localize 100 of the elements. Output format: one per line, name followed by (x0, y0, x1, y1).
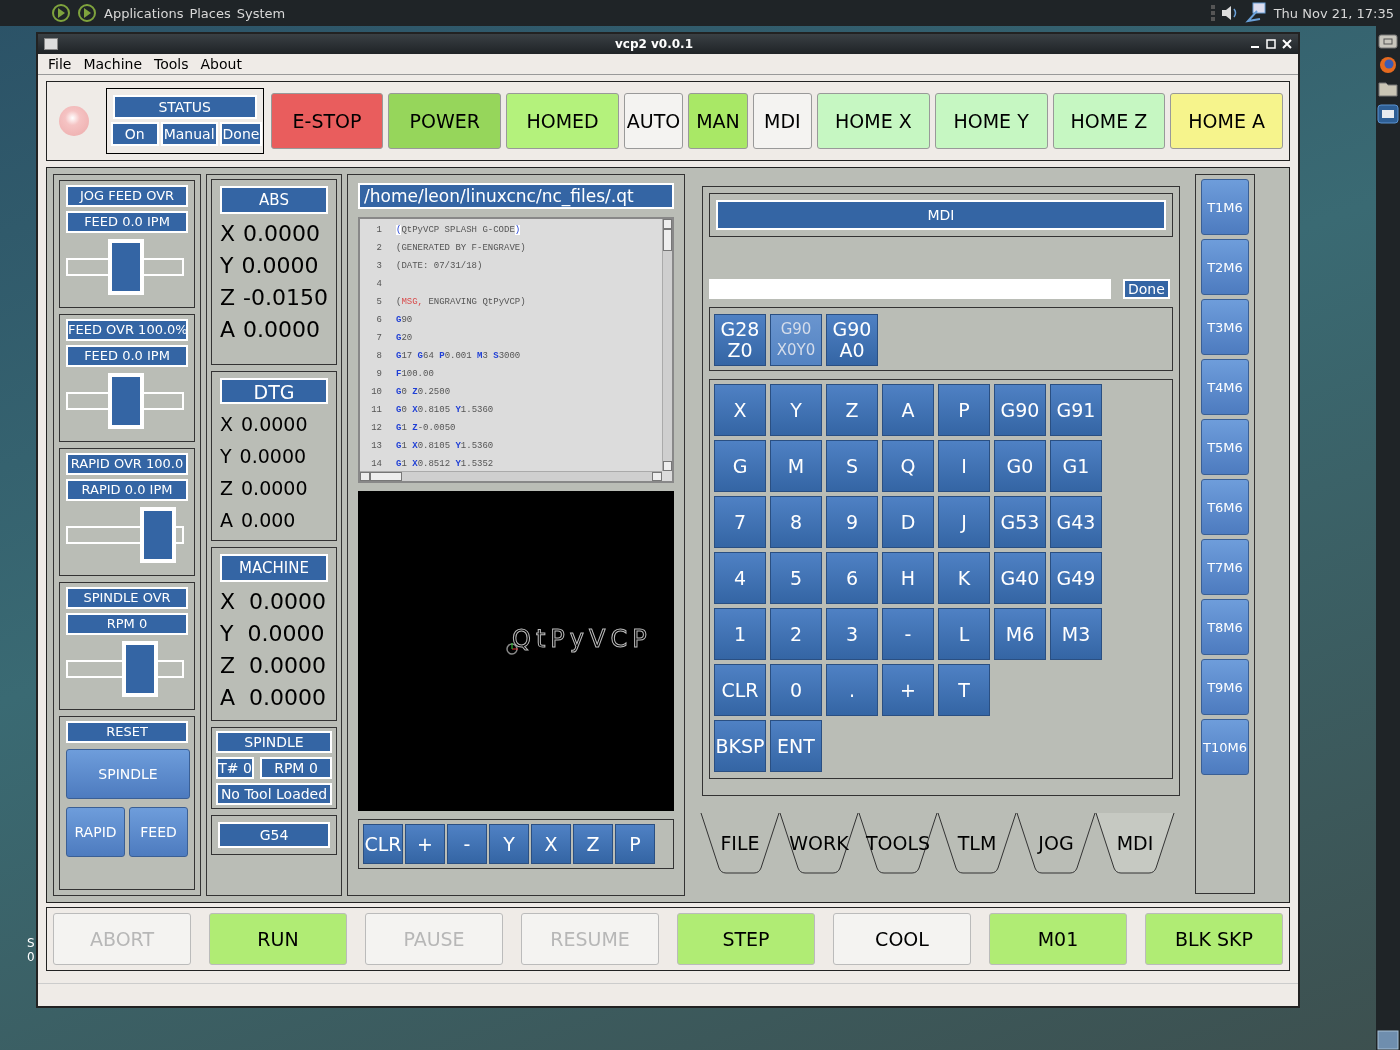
tab[interactable]: TLM (937, 812, 1017, 874)
keypad-key[interactable]: 0 (770, 664, 822, 716)
program-button[interactable]: RUN (209, 913, 347, 965)
view-button[interactable]: Y (489, 824, 529, 864)
tool-change-button[interactable]: T8M6 (1201, 599, 1249, 655)
history-button[interactable]: G90 X0Y0 (770, 314, 822, 366)
view-button[interactable]: X (531, 824, 571, 864)
tool-change-button[interactable]: T9M6 (1201, 659, 1249, 715)
menu-item[interactable]: About (200, 56, 242, 72)
tool-change-button[interactable]: T1M6 (1201, 179, 1249, 235)
keypad-key[interactable]: J (938, 496, 990, 548)
history-button[interactable]: G90 A0 (826, 314, 878, 366)
keypad-key[interactable]: Z (826, 384, 878, 436)
keypad-key[interactable]: 3 (826, 608, 878, 660)
gcode-editor[interactable] (358, 217, 674, 483)
panel-menu[interactable]: System (236, 5, 286, 21)
keypad-key[interactable]: G90 (994, 384, 1046, 436)
keypad-key[interactable]: G1 (1050, 440, 1102, 492)
tool-change-button[interactable]: T4M6 (1201, 359, 1249, 415)
tool-change-button[interactable]: T5M6 (1201, 419, 1249, 475)
folder-icon[interactable] (1378, 80, 1398, 98)
keypad-key[interactable]: D (882, 496, 934, 548)
machine-button[interactable]: MAN (688, 93, 748, 149)
keypad-key[interactable]: M6 (994, 608, 1046, 660)
reset-label[interactable]: RESET (68, 723, 186, 741)
tab[interactable]: FILE (700, 812, 780, 874)
spindle-button[interactable]: SPINDLE (66, 749, 190, 799)
scrollbar[interactable] (662, 219, 672, 471)
panel-menu[interactable]: Places (189, 5, 231, 21)
override-slider[interactable] (66, 641, 184, 697)
program-button[interactable]: COOL (833, 913, 971, 965)
machine-button[interactable]: HOMED (506, 93, 619, 149)
keypad-key[interactable]: ENT (770, 720, 822, 772)
program-button[interactable]: BLK SKP (1145, 913, 1283, 965)
window-icon[interactable] (1377, 104, 1399, 124)
backplot-view[interactable]: QtPyVCP (358, 491, 674, 811)
slider-thumb[interactable] (107, 239, 144, 295)
keypad-key[interactable]: K (938, 552, 990, 604)
keypad-key[interactable]: 9 (826, 496, 878, 548)
maximize-icon[interactable] (1266, 39, 1276, 49)
keypad-key[interactable]: G0 (994, 440, 1046, 492)
keypad-key[interactable]: M (770, 440, 822, 492)
view-button[interactable]: + (405, 824, 445, 864)
view-button[interactable]: Z (573, 824, 613, 864)
keypad-key[interactable]: 5 (770, 552, 822, 604)
browser-icon[interactable] (1379, 56, 1397, 74)
keypad-key[interactable]: M3 (1050, 608, 1102, 660)
keypad-key[interactable]: P (938, 384, 990, 436)
logo-icon[interactable] (76, 2, 98, 24)
override-slider[interactable] (66, 239, 184, 295)
keypad-key[interactable]: T (938, 664, 990, 716)
tool-change-button[interactable]: T6M6 (1201, 479, 1249, 535)
keypad-key[interactable]: BKSP (714, 720, 766, 772)
keypad-key[interactable]: G43 (1050, 496, 1102, 548)
program-button[interactable]: STEP (677, 913, 815, 965)
tab[interactable]: JOG (1016, 812, 1096, 874)
override-slider[interactable] (66, 507, 184, 563)
keypad-key[interactable]: 8 (770, 496, 822, 548)
keypad-key[interactable]: Y (770, 384, 822, 436)
machine-button[interactable]: E-STOP (270, 93, 384, 149)
keypad-key[interactable]: 4 (714, 552, 766, 604)
keypad-key[interactable]: + (882, 664, 934, 716)
machine-button[interactable]: HOME X (817, 93, 930, 149)
machine-button[interactable]: HOME A (1170, 93, 1283, 149)
tab[interactable]: TOOLS (858, 812, 938, 874)
keypad-key[interactable]: G91 (1050, 384, 1102, 436)
override-slider[interactable] (66, 373, 184, 429)
keypad-key[interactable]: 2 (770, 608, 822, 660)
keypad-key[interactable]: G49 (1050, 552, 1102, 604)
machine-button[interactable]: MDI (752, 93, 812, 149)
scrollbar[interactable] (360, 471, 662, 481)
keypad-key[interactable]: 1 (714, 608, 766, 660)
close-icon[interactable] (1282, 39, 1292, 49)
tool-change-button[interactable]: T2M6 (1201, 239, 1249, 295)
slider-thumb[interactable] (121, 641, 158, 697)
keypad-key[interactable]: G (714, 440, 766, 492)
mode-button[interactable]: FEED (129, 807, 188, 857)
keypad-key[interactable]: L (938, 608, 990, 660)
machine-button[interactable]: POWER (388, 93, 502, 149)
keypad-key[interactable]: S (826, 440, 878, 492)
drive-icon[interactable] (1378, 32, 1398, 50)
network-icon[interactable] (1243, 2, 1266, 24)
slider-thumb[interactable] (139, 507, 176, 563)
keypad-key[interactable]: Q (882, 440, 934, 492)
keypad-key[interactable]: H (882, 552, 934, 604)
keypad-key[interactable]: G53 (994, 496, 1046, 548)
mode-button[interactable]: RAPID (66, 807, 125, 857)
clock[interactable]: Thu Nov 21, 17:35 (1273, 5, 1394, 21)
mdi-input[interactable] (709, 279, 1111, 299)
tool-change-button[interactable]: T3M6 (1201, 299, 1249, 355)
view-button[interactable]: CLR (363, 824, 403, 864)
machine-button[interactable]: HOME Z (1052, 93, 1166, 149)
keypad-key[interactable]: - (882, 608, 934, 660)
tab[interactable]: MDI (1095, 812, 1175, 874)
menu-item[interactable]: Machine (83, 56, 143, 72)
tool-change-button[interactable]: T10M6 (1201, 719, 1249, 775)
menu-item[interactable]: File (48, 56, 72, 72)
panel-menu[interactable]: Applications (104, 5, 184, 21)
tab[interactable]: WORK (779, 812, 859, 874)
keypad-key[interactable]: 7 (714, 496, 766, 548)
